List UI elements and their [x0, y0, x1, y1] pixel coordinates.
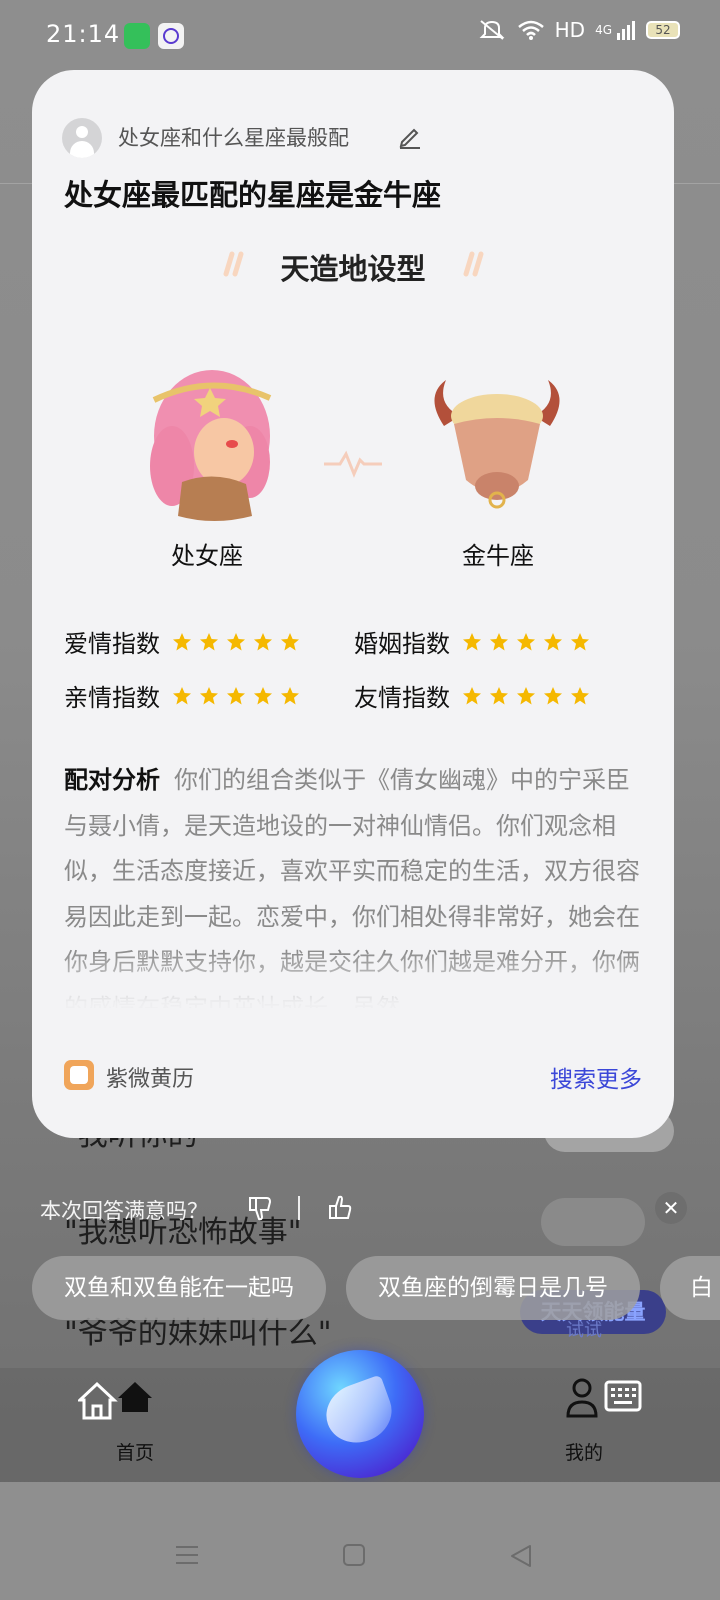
match-type: 天造地设型 — [223, 246, 483, 288]
virgo-icon — [150, 370, 272, 521]
user-question: 处女座和什么星座最般配 — [118, 126, 349, 150]
star-icon — [227, 632, 245, 650]
divider — [298, 1196, 300, 1220]
suggestion-chip[interactable]: 双鱼座的倒霉日是几号 — [346, 1256, 640, 1320]
star-icon — [544, 686, 562, 704]
star-icon — [254, 632, 272, 650]
star-icon — [571, 686, 589, 704]
star-icon — [200, 686, 218, 704]
star-icon — [281, 632, 299, 650]
star-icon — [200, 632, 218, 650]
star-icon — [571, 632, 589, 650]
answer-card: 处女座和什么星座最般配 处女座最匹配的星座是金牛座 天造地设型 处女座 金牛座 … — [32, 70, 674, 1138]
voice-assistant-button[interactable] — [296, 1350, 424, 1478]
star-rating — [172, 632, 300, 652]
index-love: 爱情指数 — [64, 624, 300, 659]
index-label: 亲情指数 — [64, 684, 160, 712]
star-icon — [544, 632, 562, 650]
wifi-icon — [517, 20, 544, 40]
search-more-link[interactable]: 搜索更多 — [550, 1060, 642, 1094]
answer-title: 处女座最匹配的星座是金牛座 — [64, 178, 442, 212]
star-icon — [463, 686, 481, 704]
sign-right-name: 金牛座 — [462, 542, 534, 570]
star-icon — [281, 686, 299, 704]
signal-type: 4G — [595, 23, 612, 37]
app-notification-icon-2 — [158, 23, 184, 49]
index-label: 友情指数 — [354, 684, 450, 712]
match-type-wrap: 天造地设型 — [32, 246, 674, 288]
star-rating — [172, 686, 300, 706]
thumbs-up-icon[interactable] — [326, 1194, 354, 1222]
star-icon — [517, 686, 535, 704]
home-square-icon[interactable] — [342, 1543, 366, 1567]
back-icon[interactable] — [508, 1543, 534, 1569]
taurus-icon — [434, 380, 560, 509]
quote-left-icon — [223, 251, 244, 277]
mute-icon — [479, 20, 505, 40]
edit-icon[interactable] — [396, 122, 424, 150]
status-time: 21:14 — [46, 20, 121, 48]
index-label: 爱情指数 — [64, 630, 160, 658]
status-indicators: HD 4G 52 — [477, 18, 680, 42]
heartbeat-line-icon — [324, 450, 382, 478]
star-icon — [463, 632, 481, 650]
fade-overlay — [32, 950, 674, 1020]
signal-icon — [617, 21, 635, 40]
index-family: 亲情指数 — [64, 678, 300, 713]
source-name[interactable]: 紫微黄历 — [106, 1061, 194, 1093]
app-notification-icon — [124, 23, 150, 49]
index-marriage: 婚姻指数 — [354, 624, 590, 659]
index-label: 婚姻指数 — [354, 630, 450, 658]
thumbs-down-icon[interactable] — [246, 1194, 274, 1222]
star-rating — [462, 632, 590, 652]
quote-right-icon — [463, 251, 483, 277]
suggestion-chip[interactable]: 双鱼和双鱼能在一起吗 — [32, 1256, 326, 1320]
close-button[interactable]: ✕ — [655, 1192, 687, 1224]
nav-home-label[interactable]: 首页 — [116, 1438, 154, 1465]
system-nav-bar — [0, 1482, 720, 1600]
suggestion-chip[interactable]: 白 — [660, 1256, 720, 1320]
star-icon — [173, 632, 191, 650]
status-bar: 21:14 HD 4G 52 — [0, 0, 720, 72]
star-icon — [227, 686, 245, 704]
star-icon — [490, 686, 508, 704]
sign-left-name: 处女座 — [171, 542, 243, 570]
star-icon — [254, 686, 272, 704]
feedback-prompt: 本次回答满意吗？ — [40, 1199, 208, 1223]
battery-icon: 52 — [646, 21, 680, 39]
network-type: HD — [554, 18, 586, 42]
analysis-label: 配对分析 — [64, 766, 160, 794]
star-icon — [490, 632, 508, 650]
mascot-bubble — [541, 1198, 645, 1246]
profile-icon[interactable] — [566, 1376, 642, 1422]
match-type-label: 天造地设型 — [280, 252, 426, 286]
calendar-icon — [64, 1060, 94, 1090]
user-avatar — [62, 118, 102, 158]
star-icon — [517, 632, 535, 650]
star-rating — [462, 686, 590, 706]
home-icon[interactable] — [78, 1380, 154, 1420]
nav-me-label[interactable]: 我的 — [565, 1438, 603, 1465]
menu-icon[interactable] — [174, 1543, 200, 1567]
star-icon — [173, 686, 191, 704]
index-friendship: 友情指数 — [354, 678, 590, 713]
